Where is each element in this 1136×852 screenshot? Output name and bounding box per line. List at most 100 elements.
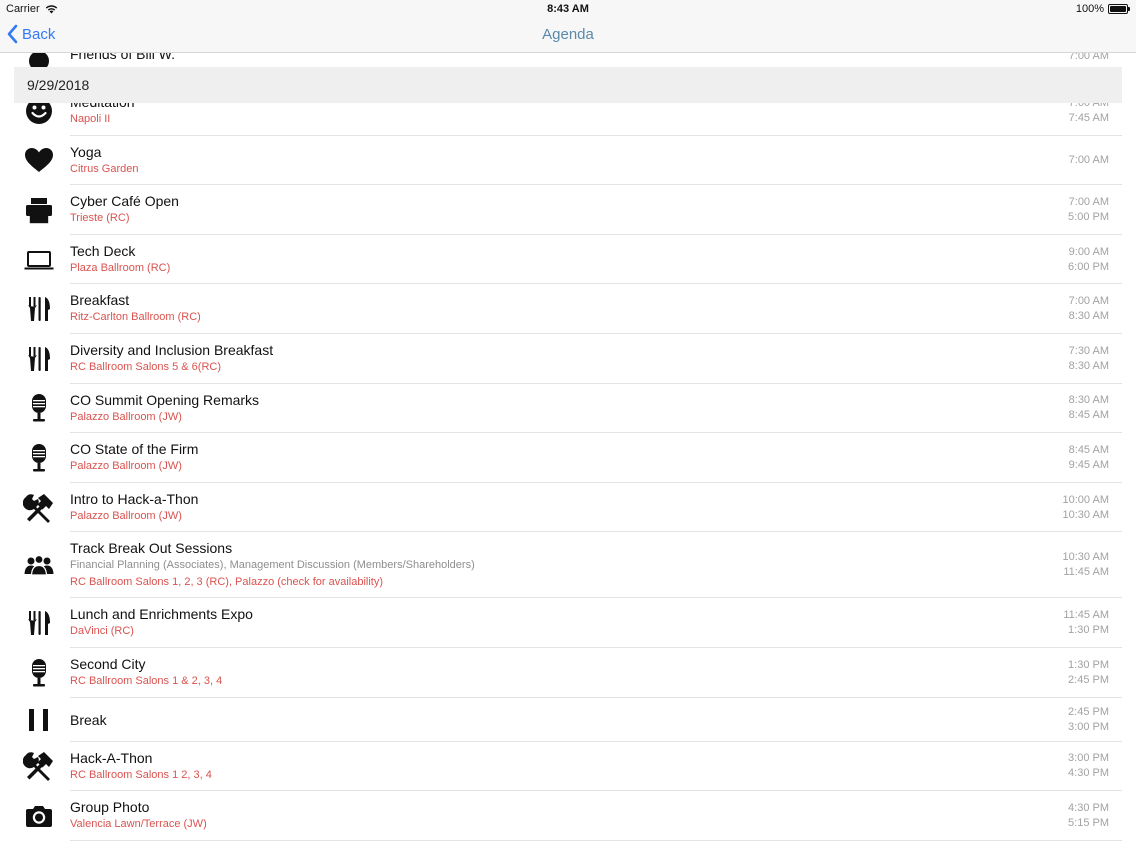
event-start-time: 10:00 AM <box>1062 493 1109 506</box>
fork-knife-icon <box>23 293 55 325</box>
fork-knife-icon <box>23 607 55 639</box>
event-location: Plaza Ballroom (RC) <box>70 261 171 274</box>
event-end-time: 6:00 PM <box>1068 260 1109 273</box>
event-start-time: 7:00 AM <box>1068 195 1109 208</box>
list-item[interactable]: Cyber Café Open Trieste (RC) 7:00 AM 5:00 P… <box>0 185 1136 235</box>
fork-knife-icon <box>23 343 55 375</box>
event-title: Yoga <box>70 143 102 160</box>
event-start-time: 3:00 PM <box>1068 752 1109 765</box>
event-times: 10:00 AM 10:30 AM <box>1063 493 1109 523</box>
event-end-time: 11:45 AM <box>1063 566 1109 579</box>
list-item[interactable]: Group Photo Valencia Lawn/Terrace (JW) 4:3… <box>0 791 1136 841</box>
event-start-time: 7:00 AM <box>1068 53 1109 62</box>
event-end-time: 1:30 PM <box>1068 624 1109 637</box>
event-title: Cyber Café Open <box>70 193 179 210</box>
battery-percent: 100% <box>1075 3 1104 15</box>
event-end-time: 9:45 AM <box>1068 458 1109 471</box>
microphone-icon <box>23 442 55 474</box>
event-start-time: 7:30 AM <box>1068 344 1109 357</box>
event-location: Palazzo Ballroom (JW) <box>70 509 182 522</box>
laptop-icon <box>23 244 55 276</box>
event-times: 11:45 AM 1:30 PM <box>1063 608 1109 638</box>
event-end-time: 8:30 AM <box>1068 359 1109 372</box>
hammer-wrench-icon <box>23 750 55 782</box>
event-title: Track Break Out Sessions <box>70 540 233 557</box>
event-end-time: 8:45 AM <box>1068 409 1109 422</box>
event-times: 7:00 AM <box>1069 53 1109 64</box>
event-title: CO State of the Firm <box>70 441 199 458</box>
event-title: Group Photo <box>70 799 150 816</box>
event-location: Trieste (RC) <box>70 212 130 225</box>
event-location: DaVinci (RC) <box>70 625 134 638</box>
event-title: CO Summit Opening Remarks <box>70 391 260 408</box>
event-end-time: 3:00 PM <box>1068 720 1109 733</box>
event-end-time: 8:30 AM <box>1068 310 1109 323</box>
list-item[interactable]: Second City RC Ballroom Salons 1 & 2, 3, … <box>0 648 1136 698</box>
list-item[interactable]: Intro to Hack-a-Thon Palazzo Ballroom (JW… <box>0 483 1136 533</box>
event-title: Break <box>70 711 107 728</box>
page-title: Agenda <box>542 26 594 43</box>
agenda-list[interactable]: Friends of Bill W. 7:00 AM MeditationNap… <box>0 53 1136 852</box>
list-item[interactable]: Tech Deck Plaza Ballroom (RC) 9:00 AM 6:00 … <box>0 235 1136 285</box>
status-time: 8:43 AM <box>547 3 589 15</box>
date-section-header: 9/29/2018 <box>14 67 1122 103</box>
event-location: RC Ballroom Salons 1 & 2, 3, 4 <box>70 675 223 687</box>
event-location: Valencia Lawn/Terrace (JW) <box>70 818 207 831</box>
event-times: 4:30 PM 5:15 PM <box>1068 801 1109 831</box>
event-title: Tech Deck <box>70 242 136 259</box>
event-title: Lunch and Enrichments Expo <box>70 606 253 623</box>
event-location: Ritz-Carlton Ballroom (RC) <box>70 311 201 324</box>
event-start-time: 8:30 AM <box>1068 394 1109 407</box>
list-item[interactable]: Diversity and Inclusion Breakfast RC Ball… <box>0 334 1136 384</box>
event-title: Breakfast <box>70 292 130 309</box>
battery-icon <box>1108 4 1130 14</box>
event-times: 7:00 AM <box>1069 153 1109 168</box>
list-item[interactable]: Lunch and Enrichments Expo DaVinci (RC) 11… <box>0 598 1136 648</box>
event-times: 7:00 AM 5:00 PM <box>1068 195 1109 225</box>
printer-icon <box>23 194 55 226</box>
heart-icon <box>23 144 55 176</box>
event-location: Palazzo Ballroom (JW) <box>70 410 182 423</box>
event-times: 7:00 AM 8:30 AM <box>1069 294 1109 324</box>
event-location: RC Ballroom Salons 1 2, 3, 4 <box>70 768 212 781</box>
event-location: Palazzo Ballroom (JW) <box>70 460 182 473</box>
event-end-time: 4:30 PM <box>1068 767 1109 780</box>
event-title: Intro to Hack-a-Thon <box>70 490 199 507</box>
event-start-time: 9:00 AM <box>1068 245 1109 258</box>
event-times: 2:45 PM 3:00 PM <box>1068 705 1109 735</box>
camera-icon <box>23 800 55 832</box>
event-start-time: 8:45 AM <box>1068 443 1109 456</box>
event-start-time: 11:45 AM <box>1063 609 1109 622</box>
microphone-icon <box>23 392 55 424</box>
list-item[interactable]: CO Summit Opening Remarks Palazzo Ballroo… <box>0 384 1136 434</box>
event-times: 10:30 AM 11:45 AM <box>1063 550 1109 580</box>
event-start-time: 2:45 PM <box>1068 705 1109 718</box>
list-item[interactable]: CO State of the Firm Palazzo Ballroom (JW… <box>0 433 1136 483</box>
event-times: 9:00 AM 6:00 PM <box>1068 245 1109 275</box>
event-start-time: 1:30 PM <box>1068 658 1109 671</box>
list-item-partial[interactable]: Friends of Bill W. 7:00 AM <box>0 53 1136 71</box>
event-location: RC Ballroom Salons 1, 2, 3 (RC), Palazzo… <box>70 576 384 589</box>
event-title: Hack-A-Thon <box>70 749 153 766</box>
event-start-time: 7:00 AM <box>1068 153 1109 166</box>
event-end-time: 5:15 PM <box>1068 816 1109 829</box>
list-item[interactable]: Yoga Citrus Garden 7:00 AM <box>0 136 1136 186</box>
people-icon <box>23 549 55 581</box>
event-end-time: 10:30 AM <box>1062 508 1109 521</box>
navigation-bar: Back Agenda <box>0 18 1136 53</box>
list-item[interactable]: Breakfast Ritz-Carlton Ballroom (RC) 7:00 … <box>0 284 1136 334</box>
event-title: Second City <box>70 656 146 672</box>
microphone-icon <box>23 657 55 689</box>
event-location: Napoli II <box>70 113 111 125</box>
list-item[interactable]: Break 2:45 PM 3:00 PM <box>0 698 1136 742</box>
list-item[interactable]: Hack-A-Thon RC Ballroom Salons 1 2, 3, 4 3… <box>0 742 1136 792</box>
row-separator <box>70 839 1122 841</box>
event-times: 1:30 PM 2:45 PM <box>1068 658 1109 688</box>
date-label: 9/29/2018 <box>27 77 90 93</box>
event-end-time: 5:00 PM <box>1068 210 1109 223</box>
event-title: Diversity and Inclusion Breakfast <box>70 342 274 358</box>
event-end-time: 7:45 AM <box>1068 111 1109 124</box>
event-start-time: 7:00 AM <box>1068 295 1109 308</box>
list-item[interactable]: Track Break Out Sessions Financial Planni… <box>0 532 1136 599</box>
event-times: 7:30 AM 8:30 AM <box>1069 344 1109 374</box>
